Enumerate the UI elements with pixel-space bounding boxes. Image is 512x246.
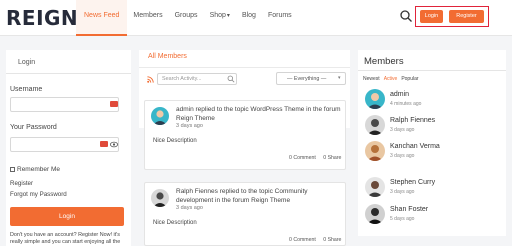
avatar[interactable] xyxy=(365,115,385,135)
password-field[interactable] xyxy=(10,137,119,152)
rss-icon[interactable] xyxy=(147,76,154,83)
activity-time: 3 days ago xyxy=(176,205,203,211)
search-icon[interactable] xyxy=(399,9,413,23)
nav-blog[interactable]: Blog xyxy=(236,0,262,36)
member-item[interactable]: Stephen Curry 3 days ago xyxy=(365,177,505,199)
password-label: Your Password xyxy=(10,124,57,131)
activity-actions: 0 Comment 0 Share xyxy=(289,237,341,243)
share-button[interactable]: 0 Share xyxy=(323,155,341,161)
nav-news-feed[interactable]: News Feed xyxy=(76,0,128,36)
search-icon[interactable] xyxy=(227,75,235,83)
activity-filter-select[interactable]: — Everything — ▾ xyxy=(276,72,346,85)
member-time: 3 days ago xyxy=(390,153,415,159)
member-name[interactable]: admin xyxy=(390,91,409,98)
site-logo[interactable]: REIGN xyxy=(6,6,78,30)
login-button[interactable]: Login xyxy=(420,10,443,23)
activity-card: Ralph Fiennes replied to the topic Commu… xyxy=(144,182,346,246)
register-promo-text: Don't you have an account? Register Now!… xyxy=(10,232,121,245)
main-nav: News Feed Members Groups Shop▾ Blog Foru… xyxy=(76,0,298,36)
activity-card: admin replied to the topic WordPress The… xyxy=(144,100,346,170)
nav-shop-label: Shop xyxy=(209,12,226,19)
share-button[interactable]: 0 Share xyxy=(323,237,341,243)
nav-groups[interactable]: Groups xyxy=(169,0,204,36)
member-time: 3 days ago xyxy=(390,127,415,133)
activity-description: Nice Description xyxy=(153,138,197,144)
member-time: 5 days ago xyxy=(390,216,415,222)
members-widget: Members Newest Active Popular admin 4 mi… xyxy=(358,50,506,236)
search-placeholder: Search Activity... xyxy=(162,76,202,82)
members-divider xyxy=(358,70,506,71)
member-item[interactable]: Ralph Fiennes 3 days ago xyxy=(365,115,505,137)
member-item[interactable]: Shan Foster 5 days ago xyxy=(365,204,505,226)
nav-shop[interactable]: Shop▾ xyxy=(204,0,236,36)
nav-members[interactable]: Members xyxy=(127,0,168,36)
auth-buttons-highlight: Login Register xyxy=(415,6,489,27)
avatar[interactable] xyxy=(151,107,169,125)
login-submit-button[interactable]: Login xyxy=(10,207,124,226)
password-manager-icon[interactable] xyxy=(110,101,118,107)
comment-button[interactable]: 0 Comment xyxy=(289,155,316,161)
activity-text: admin replied to the topic WordPress The… xyxy=(176,106,341,122)
member-name[interactable]: Shan Foster xyxy=(390,206,428,213)
eye-icon[interactable] xyxy=(110,141,118,148)
chevron-down-icon: ▾ xyxy=(226,13,230,19)
chevron-down-icon: ▾ xyxy=(338,75,341,81)
member-name[interactable]: Kanchan Verma xyxy=(390,143,440,150)
tab-popular[interactable]: Popular xyxy=(401,76,418,82)
member-time: 4 minutes ago xyxy=(390,101,422,107)
avatar[interactable] xyxy=(365,141,385,161)
username-field[interactable] xyxy=(10,97,119,112)
register-link[interactable]: Register xyxy=(10,180,33,187)
member-name[interactable]: Stephen Curry xyxy=(390,179,435,186)
avatar[interactable] xyxy=(365,204,385,224)
register-button[interactable]: Register xyxy=(449,10,484,23)
site-header: REIGN News Feed Members Groups Shop▾ Blo… xyxy=(0,0,512,36)
avatar[interactable] xyxy=(151,189,169,207)
comment-button[interactable]: 0 Comment xyxy=(289,237,316,243)
username-label: Username xyxy=(10,86,43,93)
activity-actions: 0 Comment 0 Share xyxy=(289,155,341,161)
activity-search-input[interactable]: Search Activity... xyxy=(157,73,237,85)
activity-description: Nice Description xyxy=(153,220,197,226)
member-item[interactable]: Kanchan Verma 3 days ago xyxy=(365,141,505,163)
activity-text: Ralph Fiennes replied to the topic Commu… xyxy=(176,188,308,204)
filter-value: — Everything — xyxy=(287,76,327,82)
activity-divider xyxy=(139,67,350,68)
remember-checkbox[interactable] xyxy=(10,167,15,172)
remember-me[interactable]: Remember Me xyxy=(10,166,60,173)
tab-newest[interactable]: Newest xyxy=(363,76,380,82)
forgot-password-link[interactable]: Forgot my Password xyxy=(10,191,67,198)
members-title: Members xyxy=(364,56,404,67)
avatar[interactable] xyxy=(365,177,385,197)
nav-forums[interactable]: Forums xyxy=(262,0,298,36)
password-manager-icon[interactable] xyxy=(100,141,108,147)
login-divider xyxy=(6,73,131,74)
login-widget-title: Login xyxy=(18,59,36,66)
avatar[interactable] xyxy=(365,89,385,109)
activity-time: 3 days ago xyxy=(176,123,203,129)
member-item[interactable]: admin 4 minutes ago xyxy=(365,89,505,111)
remember-label: Remember Me xyxy=(17,166,60,173)
tab-active[interactable]: Active xyxy=(384,76,398,82)
activity-tab-all-members[interactable]: All Members xyxy=(148,53,187,60)
member-name[interactable]: Ralph Fiennes xyxy=(390,117,435,124)
members-tabs: Newest Active Popular xyxy=(363,76,419,82)
member-time: 3 days ago xyxy=(390,189,415,195)
